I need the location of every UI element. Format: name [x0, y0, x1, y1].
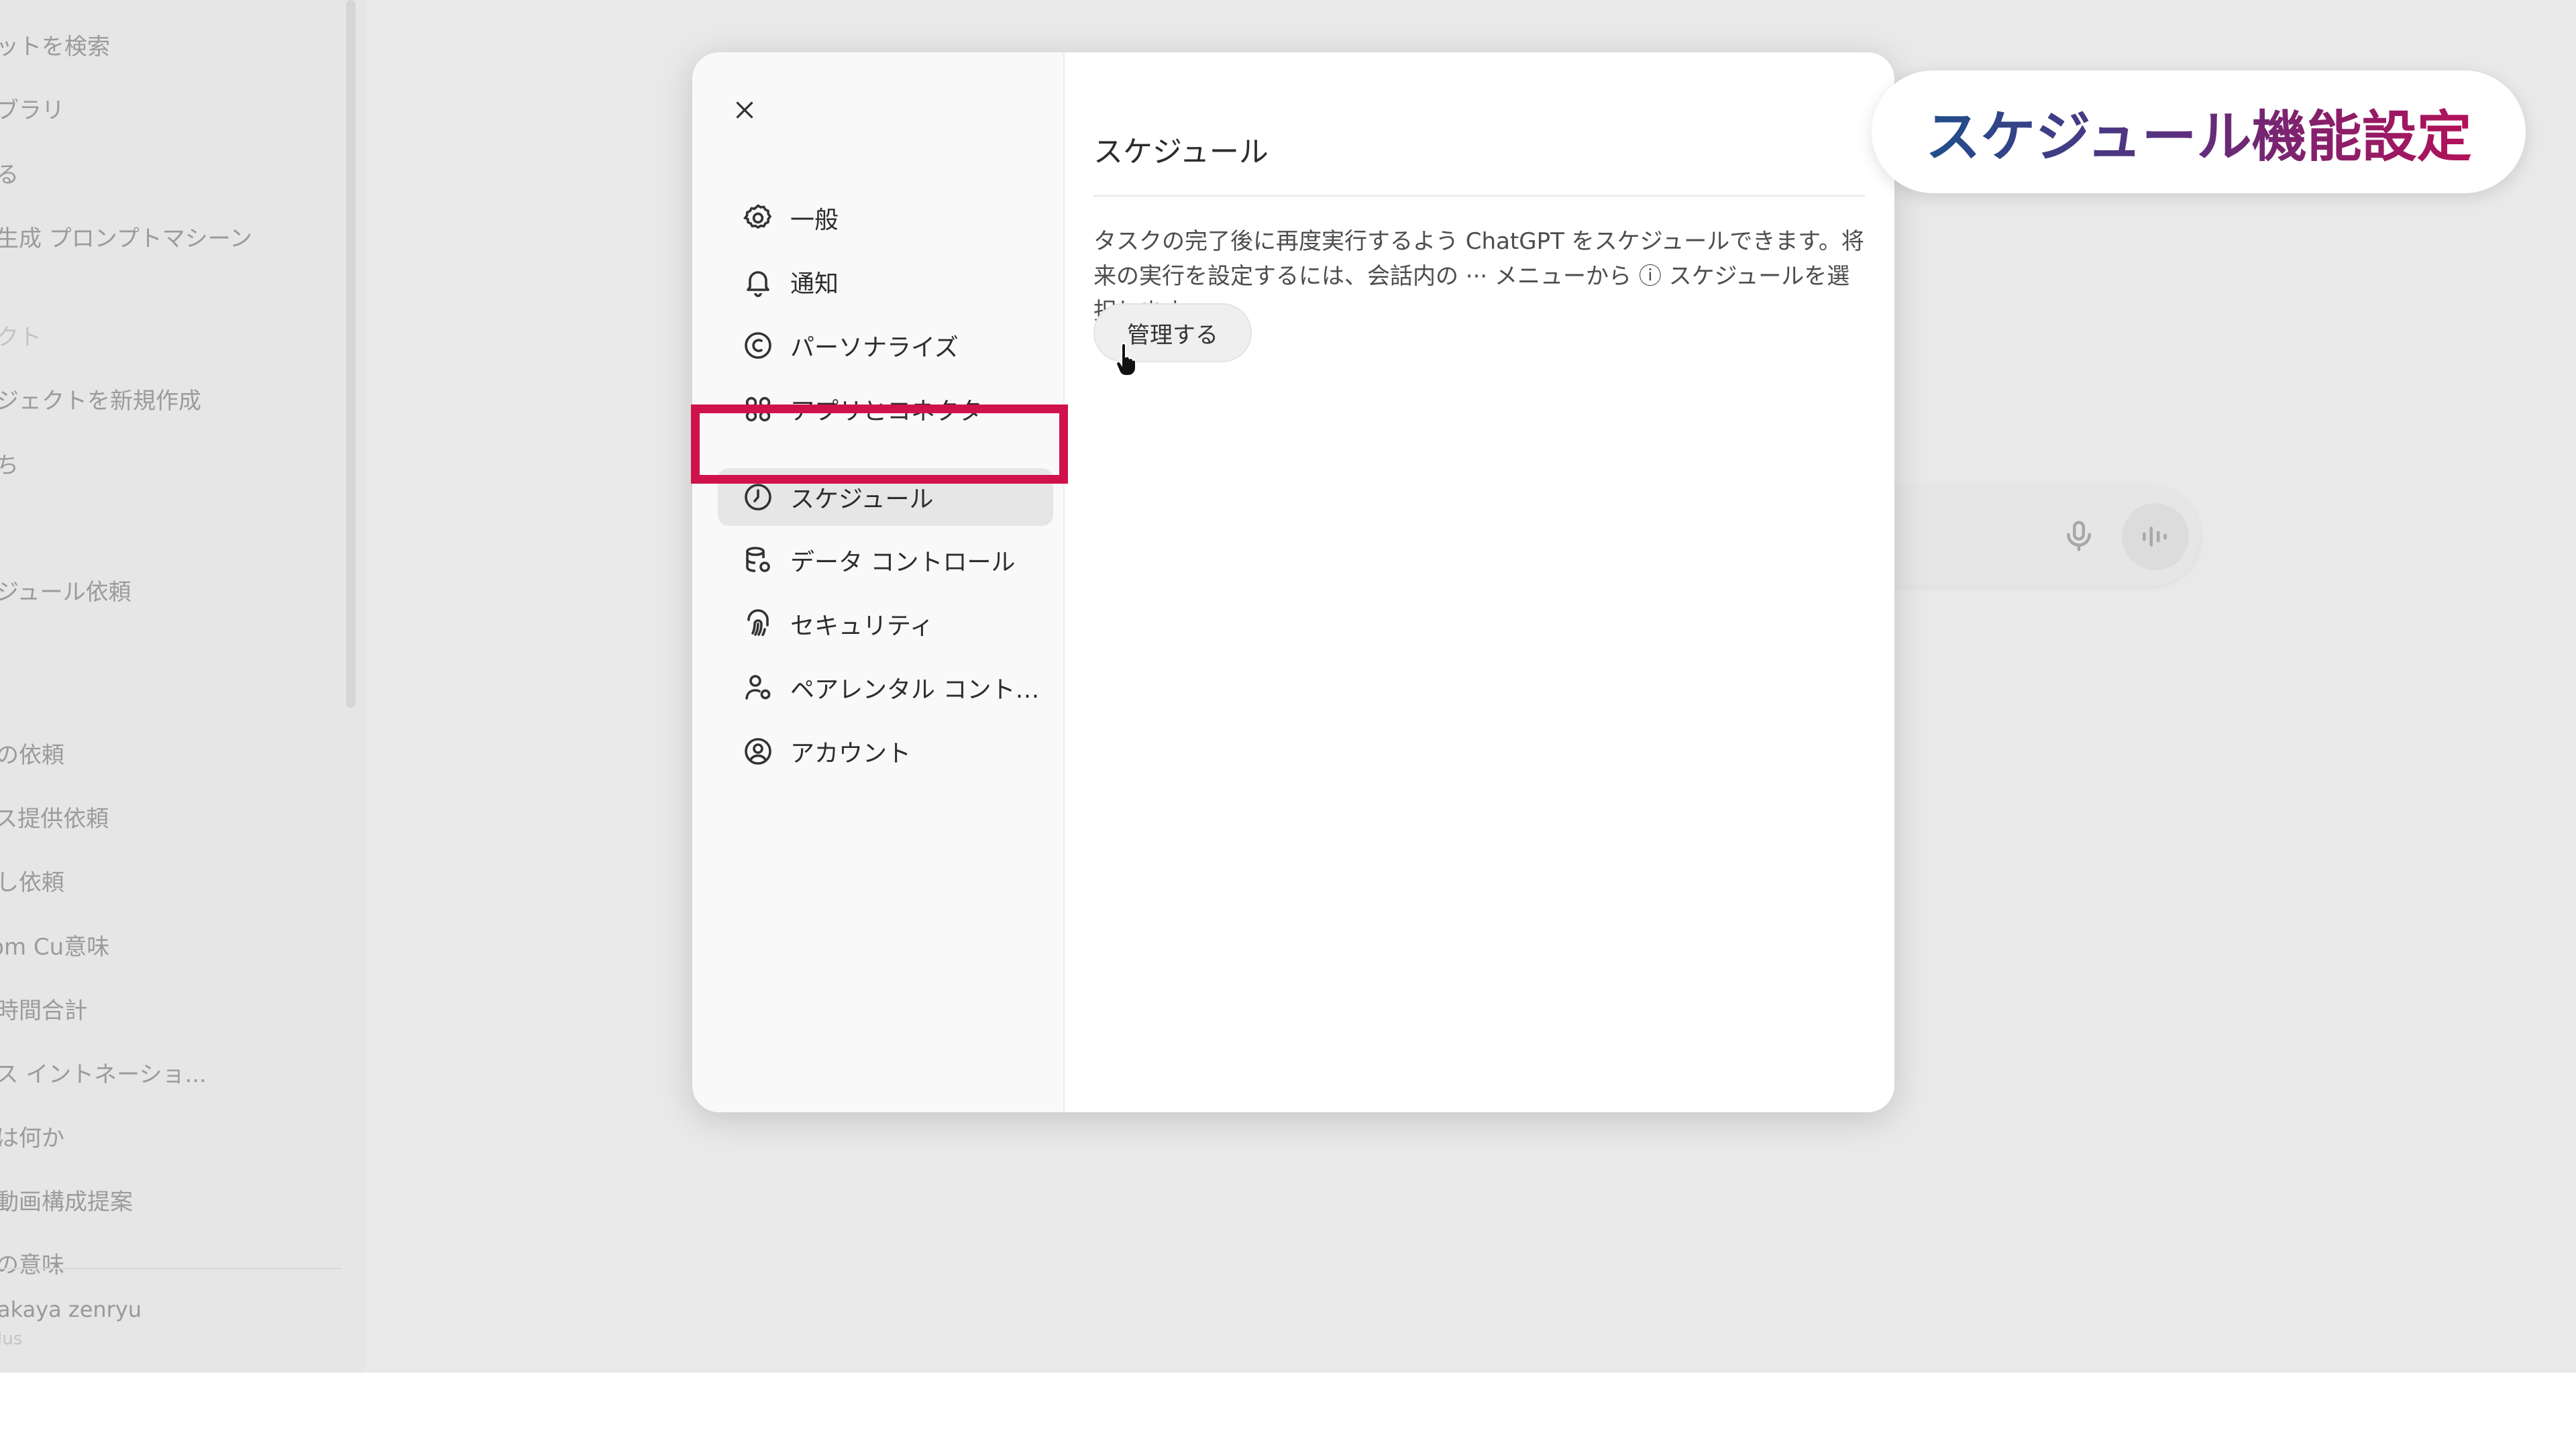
nav-label: 一般	[790, 207, 839, 234]
bg-sidebar-item: from Cu意味	[0, 934, 110, 961]
settings-nav: 一般 通知 パーソナライズ アプリとコネクター スケジュール データ コントロー…	[692, 52, 1065, 1112]
background-sidebar: ャットを検索 イブラリ べる 像生成 プロンプトマシーン ェクト ロジェクトを新…	[0, 0, 366, 1373]
bg-user-plan: lus	[0, 1329, 23, 1349]
nav-item-general[interactable]: 一般	[718, 189, 1053, 247]
highlight-box	[691, 405, 1068, 484]
bg-sidebar-item: 打ち	[0, 452, 19, 479]
parental-icon	[745, 675, 771, 700]
bg-sidebar-section: ェクト	[0, 324, 42, 351]
nav-label: ペアレンタル コントロ...	[790, 676, 1053, 704]
page-title: スケジュール	[1093, 135, 1269, 169]
bell-icon	[747, 271, 769, 297]
microphone-icon	[2061, 518, 2097, 554]
close-icon	[736, 101, 753, 119]
nav-label: パーソナライズ	[790, 334, 959, 362]
bg-sidebar-item: ャットを検索	[0, 34, 110, 60]
nav-item-parental-controls[interactable]: ペアレンタル コントロ...	[718, 659, 1053, 716]
nav-item-account[interactable]: アカウント	[718, 722, 1053, 780]
bottom-strip	[0, 1373, 2576, 1449]
nav-label: アカウント	[790, 740, 912, 767]
nav-label: セキュリティ	[790, 612, 934, 640]
nav-label: スケジュール	[790, 486, 934, 513]
close-button[interactable]	[720, 86, 769, 134]
nav-item-security[interactable]: セキュリティ	[718, 595, 1053, 653]
screen: ャットを検索 イブラリ べる 像生成 プロンプトマシーン ェクト ロジェクトを新…	[0, 0, 2576, 1449]
callout-text: スケジュール機能設定	[1925, 92, 2471, 172]
bg-sidebar-item: ンス イントネーショ...	[0, 1061, 207, 1088]
bg-sidebar-item: 像生成 プロンプトマシーン	[0, 225, 253, 252]
hand-cursor-icon	[1116, 342, 1136, 376]
bg-sidebar-item: こし依頼	[0, 869, 64, 896]
bg-sidebar-item: プ動画構成提案	[0, 1189, 133, 1216]
bg-sidebar-item: 訳の依頼	[0, 742, 64, 769]
account-icon	[745, 738, 771, 765]
database-icon	[746, 547, 770, 572]
personalize-icon	[745, 332, 771, 359]
bg-sidebar-divider	[0, 1268, 342, 1269]
nav-label: 通知	[790, 270, 839, 298]
gear-icon	[743, 204, 772, 229]
title-divider	[1093, 195, 1865, 197]
bg-sidebar-item: ロジェクトを新規作成	[0, 388, 201, 415]
bg-sidebar-item: ーの意味	[0, 1252, 64, 1279]
clock-icon	[745, 484, 771, 511]
bg-sidebar-item: イブラリ	[0, 97, 64, 124]
bg-sidebar-item: とは何か	[0, 1125, 64, 1152]
bg-sidebar-item: べる	[0, 162, 19, 189]
fingerprint-icon	[747, 609, 769, 637]
nav-label: データ コントロール	[790, 549, 1016, 576]
nav-item-personalize[interactable]: パーソナライズ	[718, 317, 1053, 374]
settings-modal: 一般 通知 パーソナライズ アプリとコネクター スケジュール データ コントロー…	[692, 52, 1894, 1112]
title-callout: スケジュール機能設定	[1872, 70, 2526, 193]
bg-sidebar-scrollbar	[346, 0, 356, 708]
bg-sidebar-item: ース提供依頼	[0, 806, 109, 833]
waveform-icon	[2143, 527, 2167, 547]
bg-user-name: akaya zenryu	[0, 1297, 142, 1322]
voice-mode-button	[2122, 503, 2189, 570]
bg-sidebar-item: 動時間合計	[0, 998, 87, 1024]
bg-sidebar-item: ケジュール依頼	[0, 579, 131, 606]
nav-item-data-controls[interactable]: データ コントロール	[718, 531, 1053, 589]
nav-item-notifications[interactable]: 通知	[718, 253, 1053, 311]
